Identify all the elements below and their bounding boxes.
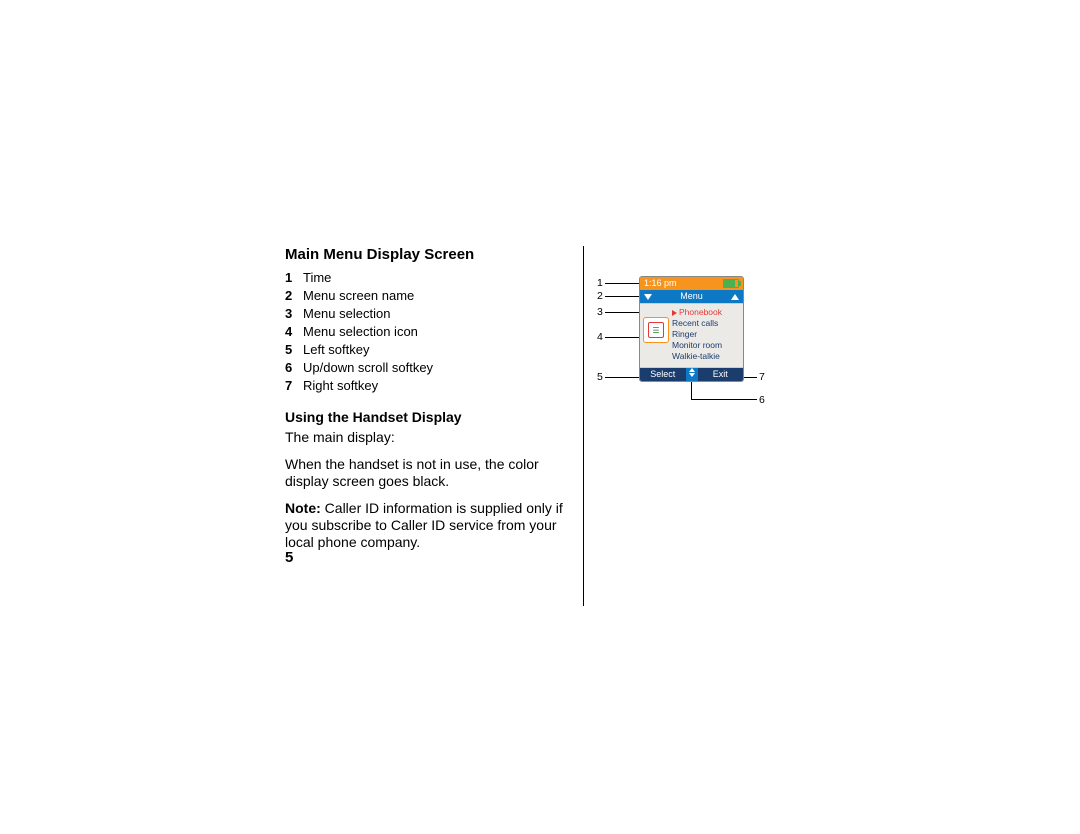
legend-item: 3Menu selection xyxy=(285,305,570,323)
legend-item: 2Menu screen name xyxy=(285,287,570,305)
legend-item: 6Up/down scroll softkey xyxy=(285,359,570,377)
handset-screen-diagram: 1 2 3 4 5 7 6 1:16 pm xyxy=(597,276,777,436)
right-softkey: Exit xyxy=(698,368,744,381)
callout-5: 5 xyxy=(597,371,603,383)
arrow-up-icon xyxy=(731,294,739,300)
menu-title: Menu xyxy=(680,290,703,303)
body-text: When the handset is not in use, the colo… xyxy=(285,456,570,490)
caret-right-icon xyxy=(672,310,677,316)
callout-3: 3 xyxy=(597,306,603,318)
menu-selection-icon-frame: ☰ xyxy=(643,317,669,343)
menu-item: Recent calls xyxy=(672,318,722,329)
note-body: Caller ID information is supplied only i… xyxy=(285,500,563,550)
status-bar: 1:16 pm xyxy=(640,277,743,290)
column-divider xyxy=(583,246,584,606)
leader-line xyxy=(605,296,639,297)
arrow-down-icon xyxy=(644,294,652,300)
legend-list: 1Time 2Menu screen name 3Menu selection … xyxy=(285,269,570,395)
handset-lcd: 1:16 pm Menu ☰ Phonebook Recent calls Ri xyxy=(639,276,744,382)
time-text: 1:16 pm xyxy=(644,277,677,290)
leader-line xyxy=(605,283,639,284)
legend-item: 5Left softkey xyxy=(285,341,570,359)
right-column: 1 2 3 4 5 7 6 1:16 pm xyxy=(597,276,797,436)
menu-item: Walkie-talkie xyxy=(672,351,722,362)
arrow-up-icon xyxy=(689,368,695,372)
callout-1: 1 xyxy=(597,277,603,289)
menu-body: ☰ Phonebook Recent calls Ringer Monitor … xyxy=(640,303,743,368)
menu-item: Monitor room xyxy=(672,340,722,351)
leader-line xyxy=(605,377,639,378)
leader-line xyxy=(691,381,692,399)
legend-item: 7Right softkey xyxy=(285,377,570,395)
left-column: Main Menu Display Screen 1Time 2Menu scr… xyxy=(285,246,570,561)
note-paragraph: Note: Caller ID information is supplied … xyxy=(285,500,570,551)
phonebook-icon: ☰ xyxy=(648,322,664,338)
menu-item-selected: Phonebook xyxy=(672,307,722,318)
body-text: The main display: xyxy=(285,429,570,446)
battery-icon xyxy=(723,279,739,288)
softkey-bar: Select Exit xyxy=(640,368,743,381)
left-softkey: Select xyxy=(640,368,686,381)
note-label: Note: xyxy=(285,500,321,516)
menu-title-bar: Menu xyxy=(640,290,743,303)
callout-7: 7 xyxy=(759,371,765,383)
callout-6: 6 xyxy=(759,394,765,406)
leader-line xyxy=(691,399,757,400)
arrow-down-icon xyxy=(689,373,695,377)
leader-line xyxy=(605,337,639,338)
callout-2: 2 xyxy=(597,290,603,302)
callout-4: 4 xyxy=(597,331,603,343)
legend-item: 1Time xyxy=(285,269,570,287)
legend-item: 4Menu selection icon xyxy=(285,323,570,341)
manual-page: Main Menu Display Screen 1Time 2Menu scr… xyxy=(285,246,795,606)
leader-line xyxy=(743,377,757,378)
page-number: 5 xyxy=(285,549,293,566)
section-heading: Main Menu Display Screen xyxy=(285,246,570,263)
sub-heading: Using the Handset Display xyxy=(285,409,570,425)
menu-item: Ringer xyxy=(672,329,722,340)
scroll-softkey xyxy=(686,368,698,381)
menu-list: Phonebook Recent calls Ringer Monitor ro… xyxy=(672,307,722,364)
